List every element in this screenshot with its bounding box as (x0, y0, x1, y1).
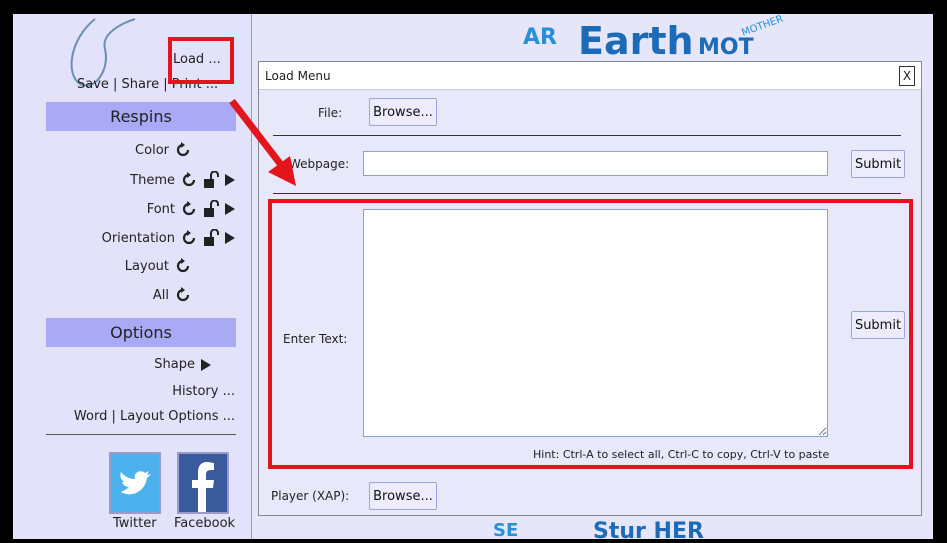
respin-font[interactable]: Font (147, 200, 235, 218)
svg-text:AR: AR (523, 25, 557, 50)
unlock-icon[interactable] (203, 200, 219, 218)
player-browse-button[interactable]: Browse... (369, 482, 437, 510)
respin-all-label: All (152, 287, 169, 303)
webpage-submit-button[interactable]: Submit (851, 150, 905, 178)
respin-orientation[interactable]: Orientation (102, 229, 235, 247)
facebook-icon (192, 462, 214, 512)
respin-font-label: Font (146, 201, 175, 217)
respin-theme[interactable]: Theme (130, 171, 235, 189)
player-label: Player (XAP): (271, 489, 350, 503)
respin-icon[interactable] (181, 172, 197, 188)
unlock-icon[interactable] (203, 229, 219, 247)
separator (273, 135, 901, 136)
webpage-label: Webpage: (289, 157, 350, 171)
sidebar-divider (46, 434, 236, 435)
respin-layout-label: Layout (124, 258, 169, 274)
shape-option[interactable]: Shape (154, 357, 211, 372)
respin-icon[interactable] (175, 287, 191, 303)
options-header: Options (46, 318, 236, 347)
respin-theme-label: Theme (130, 172, 175, 188)
svg-text:MOT: MOT (698, 35, 754, 60)
load-highlight-box (168, 37, 234, 84)
respin-icon[interactable] (181, 201, 197, 217)
webpage-input[interactable] (363, 151, 828, 176)
respin-all[interactable]: All (153, 287, 191, 303)
svg-text:Stur HER: Stur HER (593, 519, 704, 539)
history-link[interactable]: History ... (172, 384, 235, 399)
respin-layout[interactable]: Layout (125, 258, 191, 274)
respin-icon[interactable] (175, 258, 191, 274)
expand-arrow-icon[interactable] (225, 232, 235, 244)
expand-arrow-icon[interactable] (225, 174, 235, 186)
twitter-button[interactable] (109, 452, 161, 514)
facebook-label: Facebook (174, 516, 236, 531)
expand-arrow-icon[interactable] (225, 203, 235, 215)
sidebar: Load ... Save | Share | Print ... Respin… (13, 14, 252, 539)
separator (273, 193, 901, 194)
shape-label: Shape (154, 357, 195, 372)
file-label: File: (318, 106, 343, 120)
app-window: AR Earth MOT MOTHER Load ... Save | Shar… (13, 14, 933, 539)
word-cloud-top: AR Earth MOT MOTHER (483, 14, 803, 60)
respin-icon[interactable] (181, 230, 197, 246)
word-layout-options-link[interactable]: Word | Layout Options ... (74, 409, 235, 424)
file-browse-button[interactable]: Browse... (369, 98, 437, 126)
facebook-button[interactable] (177, 452, 229, 514)
svg-text:SE: SE (493, 520, 518, 539)
load-menu-dialog: Load Menu X File: Browse... Webpage: Sub… (258, 61, 922, 516)
respin-icon[interactable] (175, 142, 191, 158)
respins-header: Respins (46, 102, 236, 131)
svg-text:MOTHER: MOTHER (740, 14, 785, 39)
respin-orientation-label: Orientation (101, 230, 175, 246)
twitter-icon (120, 471, 151, 495)
history-label: History ... (172, 384, 235, 399)
word-layout-label: Word | Layout Options ... (73, 409, 235, 424)
unlock-icon[interactable] (203, 171, 219, 189)
expand-arrow-icon[interactable] (201, 358, 211, 371)
respin-color-label: Color (135, 142, 169, 158)
enter-text-highlight-box (268, 199, 913, 469)
word-cloud-graphic-bottom: SE Stur HER (493, 519, 704, 539)
word-cloud-graphic-top: AR Earth MOT MOTHER (523, 14, 785, 60)
dialog-titlebar: Load Menu X (259, 62, 921, 90)
word-cloud-bottom: SE Stur HER (483, 512, 803, 539)
respin-color[interactable]: Color (135, 142, 191, 158)
dialog-title: Load Menu (265, 69, 331, 83)
twitter-label: Twitter (113, 516, 157, 531)
svg-text:Earth: Earth (578, 19, 694, 60)
close-button[interactable]: X (899, 66, 915, 86)
